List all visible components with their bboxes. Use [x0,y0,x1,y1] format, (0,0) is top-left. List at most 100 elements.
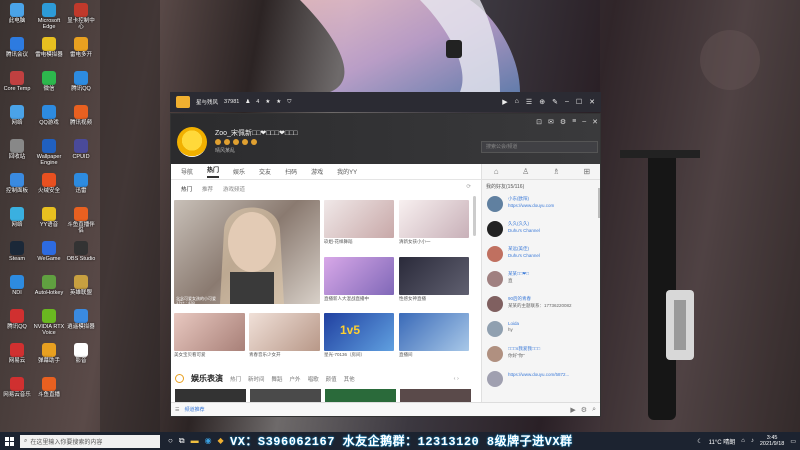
avatar[interactable] [177,127,207,157]
tab[interactable]: 扫码 [285,167,297,176]
video-card[interactable]: 1v5 星光-70136（房间） [324,313,394,358]
tab[interactable]: 我的YY [337,167,357,176]
volume-icon[interactable]: ♪ [751,438,754,444]
message-item[interactable]: 某远(美佳) Duhu's Channel [482,243,600,268]
section-link[interactable]: 其他 [344,375,355,383]
video-card[interactable]: 性感女神直播 [399,257,469,302]
recommend-link[interactable]: 频道推荐 [184,406,204,413]
clock[interactable]: 3:45 2021/9/18 [760,435,784,447]
app-icon[interactable]: ◆ [218,436,224,446]
close-icon[interactable]: ✕ [592,118,598,126]
message-item[interactable]: 久久(久久) Duhu's Channel [482,218,600,243]
background-app-titlebar[interactable]: 星与残风 37981 ♟ 4 ★ ★ ⛉ ▶ ⌂ ☰ ⊕ ✎ – ☐ ✕ [170,92,601,112]
section-nav-icon[interactable]: ‹ › [454,376,459,382]
contacts-icon[interactable]: ♙ [522,167,529,176]
desktop-icon[interactable]: 网络 [1,105,33,126]
start-button[interactable] [0,432,18,450]
desktop-icon[interactable]: 此电脑 [1,3,33,24]
settings-icon[interactable]: ⚙ [581,406,587,414]
tab[interactable]: 游戏 [311,167,323,176]
star-icon[interactable]: ★ [276,99,281,105]
message-text[interactable]: Duhu's Channel [508,228,600,233]
desktop-icon[interactable]: 逍遥模拟器 [65,309,97,330]
minimize-icon[interactable]: – [582,118,586,126]
video-card[interactable]: 美女宝贝看可爱 [174,313,245,358]
weather-text[interactable]: 11°C 晴朗 [709,437,736,446]
close-icon[interactable]: ✕ [589,98,595,106]
video-card[interactable]: 青春音乐少女开 [249,313,320,358]
sub-tab[interactable]: 热门 [181,185,192,193]
search-icon[interactable]: ⌕ [592,406,596,414]
section-link[interactable]: 新时间 [248,375,265,383]
desktop-icon[interactable]: 腾讯会议 [1,37,33,58]
desktop-icon[interactable]: Steam [1,241,33,262]
desktop-icon[interactable]: YY语音 [33,207,65,228]
notification-icon[interactable]: ▭ [790,438,796,445]
skin-icon[interactable]: ⊡ [536,118,542,126]
desktop-icon[interactable]: OBS Studio [65,241,97,262]
desktop-icon[interactable]: QQ游戏 [33,105,65,126]
message-text[interactable]: Duhu's Channel [508,253,600,258]
list-icon[interactable]: ☰ [526,98,532,106]
desktop-icon[interactable]: 影音 [65,343,97,364]
tab[interactable]: 热门 [207,165,220,178]
video-card[interactable]: 清新女孩小小一 [399,200,469,245]
video-icon[interactable]: ▶ [502,98,507,106]
message-text[interactable]: https://www.douyu.com/5872... [508,372,600,377]
desktop-icon[interactable]: 英雄联盟 [65,275,97,296]
desktop-icon[interactable]: 火绒安全 [33,173,65,194]
desktop-icon[interactable]: NVIDIA RTX Voice [33,309,65,336]
tab[interactable]: 交友 [259,167,271,176]
desktop-icon[interactable]: 弹幕助手 [33,343,65,364]
video-icon[interactable]: ▶ [570,406,575,414]
desktop-icon[interactable]: AutoHotkey [33,275,65,296]
desktop-icon[interactable]: 微信 [33,71,65,92]
taskbar-search[interactable]: ⌕ 在这里输入你要搜索的内容 [20,434,160,448]
gamepad-icon[interactable]: ⊕ [539,98,545,106]
taskview-icon[interactable]: ⧉ [179,436,185,446]
edit-icon[interactable]: ✎ [552,98,558,106]
menu-icon[interactable]: ☰ [175,407,179,413]
desktop-icon[interactable]: 回收站 [1,139,33,160]
explorer-icon[interactable]: ▬ [191,436,199,446]
desktop-icon[interactable]: 雷电模拟器 [33,37,65,58]
settings-icon[interactable]: ⚙ [560,118,566,126]
desktop-icon[interactable]: 网易云音乐 [1,377,33,398]
shield-icon[interactable]: ⛉ [287,99,291,106]
desktop-icon[interactable]: Microsoft Edge [33,3,65,30]
desktop-icon[interactable]: 腾讯视频 [65,105,97,126]
video-card[interactable]: 直播新人大混战直播中 [324,257,394,302]
home-icon[interactable]: ⌂ [494,167,499,176]
desktop-icon[interactable]: 网易云 [1,343,33,364]
desktop-icon[interactable]: Wallpaper Engine [33,139,65,166]
grid-scrollbar[interactable] [473,196,476,236]
message-item[interactable]: 90后的青春 某某的主题联系：17736220082 [482,293,600,318]
desktop-icon[interactable]: 迅雷 [65,173,97,194]
tab[interactable]: 娱乐 [233,167,245,176]
menu-icon[interactable]: ≡ [572,118,576,126]
desktop-icon[interactable]: 显卡控制中心 [65,3,97,30]
minimize-icon[interactable]: – [565,98,569,106]
section-link[interactable]: 颜值 [326,375,337,383]
section-link[interactable]: 唱歌 [308,375,319,383]
refresh-icon[interactable]: ⟳ [466,184,471,190]
message-item[interactable]: 小东(欧阳) https://www.douyu.com [482,193,600,218]
section-link[interactable]: 户外 [290,375,301,383]
desktop-icon[interactable]: 网络 [1,207,33,228]
desktop-icon[interactable]: 斗鱼直播 [33,377,65,398]
desktop-icon[interactable]: NDI [1,275,33,296]
message-item[interactable]: Loida hy [482,318,600,343]
tab[interactable]: 导航 [181,167,193,176]
desktop-icon[interactable]: 腾讯QQ [1,309,33,330]
home-icon[interactable]: ⌂ [515,98,519,106]
section-link[interactable]: 舞蹈 [272,375,283,383]
message-item[interactable]: 某某□□❤□ 直 [482,268,600,293]
star-icon[interactable]: ★ [265,99,270,105]
network-icon[interactable]: ⌂ [741,438,745,444]
message-text[interactable]: https://www.douyu.com [508,203,600,208]
desktop-icon[interactable]: 雷电多开 [65,37,97,58]
sub-tab[interactable]: 推荐 [202,185,213,193]
apps-icon[interactable]: ⊞ [583,167,590,176]
sub-tab[interactable]: 游戏频道 [223,185,245,193]
section-link[interactable]: 热门 [230,375,241,383]
